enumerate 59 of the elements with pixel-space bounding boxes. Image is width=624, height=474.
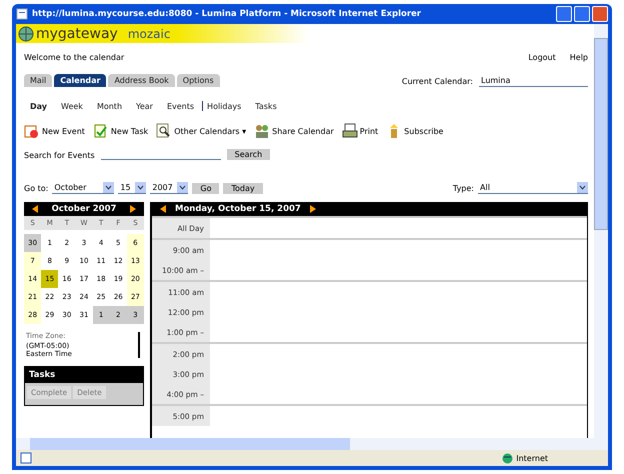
logo-suffix: mozaic [128,26,170,40]
left-arrow-icon [160,205,167,213]
tab[interactable]: Options [176,74,220,87]
globe-icon [502,452,514,464]
scroll-thumb[interactable] [30,438,350,450]
toolbar-button[interactable]: Subscribe [386,123,444,139]
toolbar-button[interactable]: New Event [24,123,85,139]
toolbar-button[interactable]: Print [342,123,378,139]
today-button[interactable]: Today [223,182,263,194]
minimize-button[interactable] [556,6,572,22]
help-link[interactable]: Help [570,53,588,62]
day-title: Monday, October 15, 2007 [175,204,301,214]
logout-link[interactable]: Logout [528,53,556,62]
left-arrow-icon [32,205,39,213]
page-icon [16,8,28,20]
scroll-thumb[interactable] [594,38,608,230]
go-button[interactable]: Go [192,182,220,194]
view-link[interactable]: Tasks [255,102,277,110]
close-button[interactable] [592,6,608,22]
search-button[interactable]: Search [226,149,270,160]
logo-text: mygateway [36,26,118,42]
month-title: October 2007 [52,204,116,214]
welcome-text: Welcome to the calendar [24,53,124,62]
day-dropdown[interactable]: 15 [118,182,146,194]
view-link[interactable]: Week [61,102,83,110]
calendar-field[interactable]: Lumina [479,75,588,87]
calendar-plus-icon [24,123,40,139]
panel-title: Tasks [28,369,56,382]
search-label: Search for Events [24,151,95,160]
type-label: Type: [452,184,474,192]
view-link[interactable]: Year [136,102,153,110]
goto-label: Go to: [24,184,48,192]
globe-icon [18,26,34,42]
view-link[interactable]: Events [166,102,194,110]
zone-text: Internet [516,454,548,462]
printer-icon [342,123,358,139]
view-link[interactable]: Month [96,102,122,110]
horizontal-scrollbar[interactable] [16,438,608,450]
right-arrow-icon [128,205,136,213]
window-title: http://lumina.mycourse.edu:8080 - Lumina Platform - Microsoft Internet Explorer [32,9,422,19]
type-dropdown[interactable]: All [478,182,588,194]
tab[interactable]: Address Book [108,74,175,87]
people-icon [254,123,270,139]
month-dropdown[interactable]: October [52,182,114,194]
vertical-scrollbar[interactable] [594,24,608,438]
toolbar-button[interactable]: Share Calendar [254,123,334,139]
magnifier-page-icon [156,123,172,139]
tab[interactable]: Mail [24,74,52,87]
tab[interactable]: Calendar [54,74,106,87]
view-link[interactable]: Holidays [207,102,242,110]
maximize-button[interactable] [574,6,590,22]
toolbar-button[interactable]: New Task [92,123,148,139]
right-arrow-icon [308,205,316,213]
page-icon [20,452,32,464]
toolbar-button[interactable]: Other Calendars ▾ [156,123,246,139]
field-label: Current Calendar: [402,76,473,86]
view-link[interactable]: Day [30,102,48,110]
checklist-icon [92,123,109,139]
year-dropdown[interactable]: 2007 [150,182,188,194]
